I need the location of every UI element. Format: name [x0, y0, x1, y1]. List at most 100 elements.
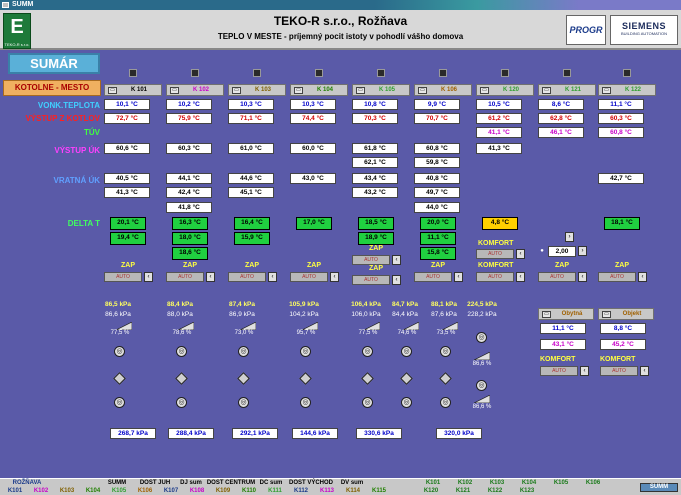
zap-label: ZAP — [369, 265, 383, 272]
nav-item[interactable]: K107 — [158, 488, 184, 495]
auto-mode-display[interactable]: AUTO — [166, 272, 204, 282]
column-checkbox[interactable] — [377, 69, 385, 77]
nav-item[interactable]: K103 — [54, 488, 80, 495]
nav-item[interactable]: DC sum — [258, 480, 284, 487]
cycle-arrow-button[interactable]: ‹ — [392, 255, 401, 265]
cycle-arrow-button[interactable]: ‹ — [578, 272, 587, 282]
summ-button[interactable]: SUMM — [640, 483, 678, 492]
column-header[interactable]: ▭ K 103 — [228, 84, 286, 96]
nav-item[interactable]: ROŽŇAVA — [2, 480, 52, 487]
right-header-obytna[interactable]: ▭ Obytná — [538, 308, 594, 320]
column-header[interactable]: ▭ K 106 — [414, 84, 472, 96]
column-header[interactable]: ▭ K 102 — [166, 84, 224, 96]
nav-item[interactable]: K112 — [288, 488, 314, 495]
auto-mode-display[interactable]: AUTO — [290, 272, 328, 282]
cycle-arrow-button[interactable]: ‹ — [392, 275, 401, 285]
nav-item[interactable]: K108 — [184, 488, 210, 495]
nav-item[interactable]: K123 — [514, 488, 540, 495]
cycle-arrow-button[interactable]: ‹ — [144, 272, 153, 282]
cycle-arrow-button[interactable]: ‹ — [206, 272, 215, 282]
nav-item[interactable]: K104 — [514, 480, 544, 487]
valve-position: 74,6 % — [397, 330, 417, 336]
nav-item[interactable]: K104 — [80, 488, 106, 495]
zap-label: ZAP — [431, 262, 445, 269]
column-header[interactable]: ▭ K 101 — [104, 84, 162, 96]
nav-item[interactable]: K103 — [482, 480, 512, 487]
nav-item[interactable]: K111 — [262, 488, 288, 495]
auto-mode-display[interactable]: AUTO — [476, 272, 514, 282]
column-checkbox[interactable] — [501, 69, 509, 77]
auto-mode-display[interactable]: AUTO — [598, 272, 636, 282]
vratna-uk-value: 45,1 °C — [228, 187, 274, 198]
nav-item[interactable]: DOST CENTRUM — [206, 480, 256, 487]
nav-item[interactable]: K106 — [132, 488, 158, 495]
auto-mode-display[interactable]: AUTO — [352, 275, 390, 285]
column-header[interactable]: ▭ K 121 — [538, 84, 596, 96]
auto-mode-display[interactable]: AUTO — [352, 255, 390, 265]
cycle-arrow-button[interactable]: ‹ — [330, 272, 339, 282]
cycle-arrow-button[interactable]: ‹ — [516, 272, 525, 282]
delta-t-value: 11,1 °C — [420, 232, 456, 245]
nav-item[interactable]: K109 — [210, 488, 236, 495]
column-checkbox[interactable] — [253, 69, 261, 77]
nav-item[interactable]: K114 — [340, 488, 366, 495]
auto-mode-display[interactable]: AUTO — [540, 366, 578, 376]
supply-pressure: 88,4 kPa — [166, 301, 194, 308]
nav-item[interactable]: SUMM — [102, 480, 132, 487]
right-header-objekt[interactable]: ▭ Objekt — [598, 308, 654, 320]
column-name: K 122 — [624, 87, 641, 93]
nav-item[interactable]: K110 — [236, 488, 262, 495]
column-checkbox[interactable] — [191, 69, 199, 77]
auto-mode-display[interactable]: AUTO — [414, 272, 452, 282]
cycle-arrow-button[interactable]: ‹ — [638, 272, 647, 282]
auto-mode-display[interactable]: AUTO — [228, 272, 266, 282]
setpoint-arrow-button[interactable]: › — [578, 246, 587, 256]
right-value: 8,8 °C — [600, 323, 646, 334]
monitor-icon: ▭ — [108, 87, 117, 94]
nav-item[interactable]: K106 — [578, 480, 608, 487]
nav-item[interactable]: K102 — [28, 488, 54, 495]
nav-item[interactable]: K120 — [418, 488, 444, 495]
zap-label: ZAP — [245, 262, 259, 269]
nav-item[interactable]: K113 — [314, 488, 340, 495]
nav-item[interactable]: K121 — [450, 488, 476, 495]
nav-item[interactable]: K105 — [106, 488, 132, 495]
nav-item[interactable]: DV sum — [338, 480, 366, 487]
column-checkbox[interactable] — [439, 69, 447, 77]
column-header[interactable]: ▭ K 104 — [290, 84, 348, 96]
nav-item[interactable]: K102 — [450, 480, 480, 487]
auto-mode-display[interactable]: AUTO — [104, 272, 142, 282]
cycle-arrow-button[interactable]: ‹ — [580, 366, 589, 376]
cycle-arrow-button[interactable]: ‹ — [454, 272, 463, 282]
setpoint-value[interactable]: 2,00 — [548, 246, 576, 257]
pump-icon: ◎ — [401, 397, 412, 408]
auto-mode-display[interactable]: AUTO — [600, 366, 638, 376]
column-checkbox[interactable] — [129, 69, 137, 77]
column-header[interactable]: ▭ K 122 — [598, 84, 656, 96]
column-header[interactable]: ▭ K 105 — [352, 84, 410, 96]
nav-item[interactable]: K101 — [418, 480, 448, 487]
increase-arrow-button[interactable]: › — [565, 232, 574, 242]
cycle-arrow-button[interactable]: ‹ — [516, 249, 525, 259]
nav-item[interactable]: DOST VÝCHOD — [286, 480, 336, 487]
column-header[interactable]: ▭ K 120 — [476, 84, 534, 96]
auto-mode-display[interactable]: AUTO — [476, 249, 514, 259]
column-checkbox[interactable] — [315, 69, 323, 77]
vratna-uk-value: 43,2 °C — [352, 187, 398, 198]
bottom-pressure-value: 330,6 kPa — [356, 428, 402, 439]
column-checkbox[interactable] — [563, 69, 571, 77]
cycle-arrow-button[interactable]: ‹ — [268, 272, 277, 282]
nav-item[interactable]: K115 — [366, 488, 392, 495]
vonk-temp-value: 10,1 °C — [104, 99, 150, 110]
nav-item[interactable]: K122 — [482, 488, 508, 495]
bottom-pressure-value: 288,4 kPa — [168, 428, 214, 439]
nav-item[interactable]: K101 — [2, 488, 28, 495]
nav-item[interactable]: DJ sum — [178, 480, 204, 487]
cycle-arrow-button[interactable]: ‹ — [640, 366, 649, 376]
vratna-uk-value: 42,4 °C — [166, 187, 212, 198]
nav-item[interactable]: DOST JUH — [134, 480, 176, 487]
column-checkbox[interactable] — [623, 69, 631, 77]
valve-icon — [178, 322, 194, 330]
nav-item[interactable]: K105 — [546, 480, 576, 487]
auto-mode-display[interactable]: AUTO — [538, 272, 576, 282]
